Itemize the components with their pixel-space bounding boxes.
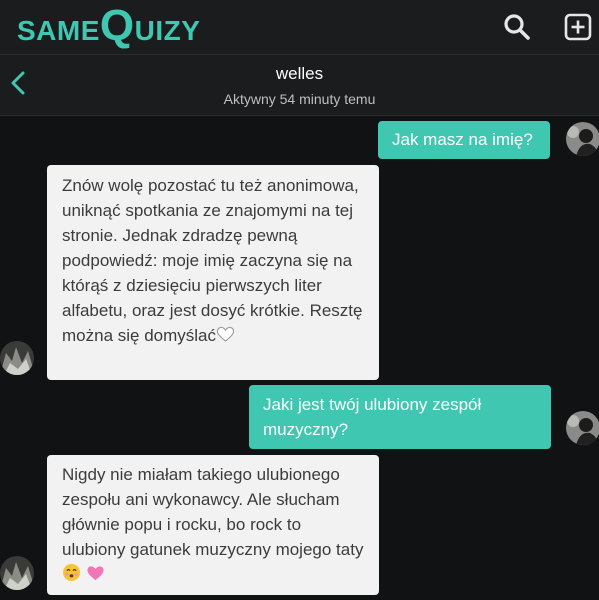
logo[interactable]: SAMEQUIZY bbox=[17, 4, 201, 48]
kissing-face-icon bbox=[62, 563, 81, 589]
message-sent: Jak masz na imię? bbox=[378, 121, 550, 159]
message-received: Znów wolę pozostać tu też anonimowa, uni… bbox=[47, 165, 379, 380]
avatar[interactable] bbox=[566, 411, 599, 445]
search-icon[interactable] bbox=[502, 12, 532, 42]
avatar[interactable] bbox=[566, 122, 599, 156]
contact-name[interactable]: welles bbox=[0, 64, 599, 84]
chat-header: welles Aktywny 54 minuty temu bbox=[0, 55, 599, 116]
message-text: Jaki jest twój ulubiony zespół muzyczny? bbox=[263, 395, 482, 439]
pink-heart-icon bbox=[86, 564, 105, 589]
message-sent: Jaki jest twój ulubiony zespół muzyczny? bbox=[249, 385, 551, 449]
logo-uizy: UIZY bbox=[134, 15, 201, 46]
logo-same: SAME bbox=[17, 15, 100, 46]
message-text: Znów wolę pozostać tu też anonimowa, uni… bbox=[62, 176, 363, 345]
message-text: Nigdy nie miałam takiego ulubionego zesp… bbox=[62, 465, 364, 559]
add-icon[interactable] bbox=[563, 12, 593, 42]
avatar[interactable] bbox=[0, 556, 34, 590]
white-heart-icon bbox=[216, 325, 235, 350]
logo-q: Q bbox=[99, 1, 135, 50]
top-bar: SAMEQUIZY bbox=[0, 0, 599, 55]
message-text: Jak masz na imię? bbox=[392, 130, 533, 149]
message-received: Nigdy nie miałam takiego ulubionego zesp… bbox=[47, 455, 379, 595]
avatar[interactable] bbox=[0, 341, 34, 375]
contact-status: Aktywny 54 minuty temu bbox=[223, 91, 376, 107]
